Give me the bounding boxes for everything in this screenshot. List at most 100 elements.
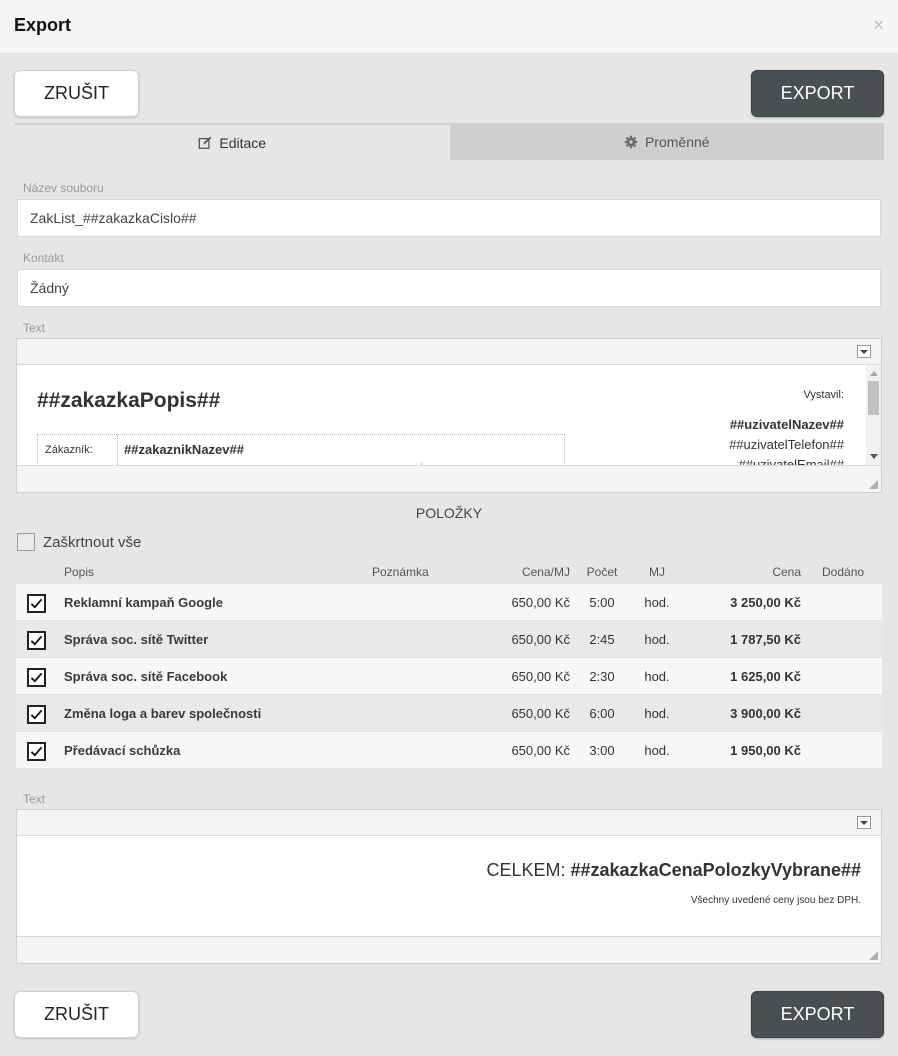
scroll-down-icon[interactable] (870, 454, 878, 459)
checkbox-empty-icon[interactable] (17, 533, 35, 551)
table-row[interactable]: Správa soc. sítě Facebook 650,00 Kč 2:30… (16, 658, 882, 695)
tab-editace-label: Editace (219, 134, 267, 151)
user-phone: ##uzivatelTelefon## (729, 437, 844, 452)
checkmark-icon (30, 672, 43, 683)
col-header-unit-price: Cena/MJ (521, 565, 570, 579)
rich-text-editor-top[interactable]: ##zakazkaPopis## Vystavil: ##uzivatelNaz… (16, 338, 882, 493)
cell-price: 1 625,00 Kč (730, 668, 801, 684)
cell-qty: 2:30 (589, 668, 615, 684)
export-button-top[interactable]: EXPORT (751, 70, 884, 117)
checkmark-icon (30, 598, 43, 609)
editor-scrollbar[interactable] (866, 365, 881, 465)
cell-price: 1 787,50 Kč (730, 631, 801, 647)
tab-promenne[interactable]: Proměnné (449, 123, 884, 160)
dialog-titlebar: Export × (0, 0, 898, 54)
table-header: Popis Poznámka Cena/MJ Počet MJ Cena Dod… (16, 560, 882, 584)
col-header-desc: Popis (64, 565, 95, 579)
editor-statusbar (17, 465, 881, 492)
rich-text-editor-bottom[interactable]: CELKEM: ##zakazkaCenaPolozkyVybrane## Vš… (16, 809, 882, 964)
row-checkbox[interactable] (27, 594, 46, 613)
cell-unit-price: 650,00 Kč (511, 705, 570, 721)
editor-content[interactable]: CELKEM: ##zakazkaCenaPolozkyVybrane## Vš… (17, 836, 881, 936)
issued-by-label: Vystavil: (803, 389, 844, 401)
resize-grip-icon[interactable] (869, 951, 878, 960)
cell-unit-price: 650,00 Kč (511, 594, 570, 610)
cell-desc: Předávací schůzka (64, 742, 181, 758)
checkmark-icon (30, 746, 43, 757)
gear-icon (624, 135, 638, 148)
dialog-title: Export (14, 15, 72, 35)
cell-unit-price: 650,00 Kč (511, 668, 570, 684)
checkmark-icon (30, 709, 43, 720)
col-header-unit: MJ (649, 565, 665, 579)
chevron-down-icon[interactable] (857, 345, 871, 358)
cell-qty: 2:45 (589, 631, 615, 647)
description-heading: ##zakazkaPopis## (37, 389, 221, 412)
customer-value: ##zakaznikNazev## (124, 442, 244, 457)
cell-desc: Správa soc. sítě Facebook (64, 668, 228, 684)
col-header-note: Poznámka (372, 565, 429, 579)
col-header-qty: Počet (586, 565, 618, 579)
cell-unit: hod. (644, 742, 670, 758)
cell-desc: Změna loga a barev společnosti (64, 705, 262, 721)
chevron-down-icon[interactable] (857, 816, 871, 829)
cell-desc: Správa soc. sítě Twitter (64, 631, 209, 647)
cell-unit: hod. (644, 594, 670, 610)
total-value: ##zakazkaCenaPolozkyVybrane## (570, 860, 862, 880)
filename-input[interactable] (17, 199, 881, 237)
user-email: ##uzivatelEmail## (738, 457, 844, 465)
table-row[interactable]: Změna loga a barev společnosti 650,00 Kč… (16, 695, 882, 732)
check-all-label: Zaškrtnout vše (43, 533, 142, 551)
customer-table: Zákazník: ##zakaznikNazev## (37, 434, 565, 465)
user-name: ##uzivatelNazev## (729, 417, 844, 432)
edit-icon (199, 136, 212, 149)
cell-desc: Reklamní kampaň Google (64, 594, 223, 610)
cell-unit: hod. (644, 668, 670, 684)
table-row[interactable]: Reklamní kampaň Google 650,00 Kč 5:00 ho… (16, 584, 882, 621)
tab-bar: Editace Proměnné (15, 123, 884, 160)
row-checkbox[interactable] (27, 631, 46, 650)
scroll-up-icon[interactable] (870, 371, 878, 376)
cell-price: 1 950,00 Kč (730, 742, 801, 758)
text-label-bottom: Text (23, 792, 46, 806)
resize-grip-icon[interactable] (869, 480, 878, 489)
tab-promenne-label: Proměnné (644, 133, 710, 150)
close-icon[interactable]: × (873, 16, 884, 34)
cell-unit-price: 650,00 Kč (511, 631, 570, 647)
total-prefix: CELKEM: (486, 860, 571, 880)
cell-qty: 5:00 (589, 594, 615, 610)
table-row[interactable]: Předávací schůzka 650,00 Kč 3:00 hod. 1 … (16, 732, 882, 769)
checkmark-icon (30, 635, 43, 646)
cancel-button-top[interactable]: ZRUŠIT (14, 70, 139, 117)
editor-toolbar (17, 339, 881, 365)
scroll-thumb[interactable] (868, 381, 879, 415)
contact-select[interactable]: Žádný (17, 269, 881, 307)
items-section-title: POLOŽKY (415, 505, 483, 521)
editor-toolbar (17, 810, 881, 836)
check-all-checkbox[interactable]: Zaškrtnout vše (17, 533, 141, 551)
cell-price: 3 900,00 Kč (730, 705, 801, 721)
table-row[interactable]: Správa soc. sítě Twitter 650,00 Kč 2:45 … (16, 621, 882, 658)
editor-statusbar (17, 936, 881, 963)
cancel-button-bottom[interactable]: ZRUŠIT (14, 991, 139, 1038)
cell-qty: 6:00 (589, 705, 615, 721)
row-checkbox[interactable] (27, 705, 46, 724)
items-table: Popis Poznámka Cena/MJ Počet MJ Cena Dod… (16, 560, 882, 769)
vat-note: Všechny uvedené ceny jsou bez DPH. (690, 895, 861, 906)
export-button-bottom[interactable]: EXPORT (751, 991, 884, 1038)
col-header-delivered: Dodáno (822, 565, 865, 579)
row-checkbox[interactable] (27, 742, 46, 761)
cell-unit-price: 650,00 Kč (511, 742, 570, 758)
contact-label: Kontakt (23, 251, 64, 265)
cell-qty: 3:00 (589, 742, 615, 758)
editor-content[interactable]: ##zakazkaPopis## Vystavil: ##uzivatelNaz… (17, 365, 881, 465)
filename-label: Název souboru (23, 181, 104, 195)
cell-unit: hod. (644, 631, 670, 647)
cell-unit: hod. (644, 705, 670, 721)
row-checkbox[interactable] (27, 668, 46, 687)
tab-editace[interactable]: Editace (15, 123, 450, 160)
col-header-price: Cena (772, 565, 801, 579)
text-label-top: Text (23, 321, 46, 335)
cell-price: 3 250,00 Kč (730, 594, 801, 610)
customer-label: Zákazník: (38, 435, 118, 465)
